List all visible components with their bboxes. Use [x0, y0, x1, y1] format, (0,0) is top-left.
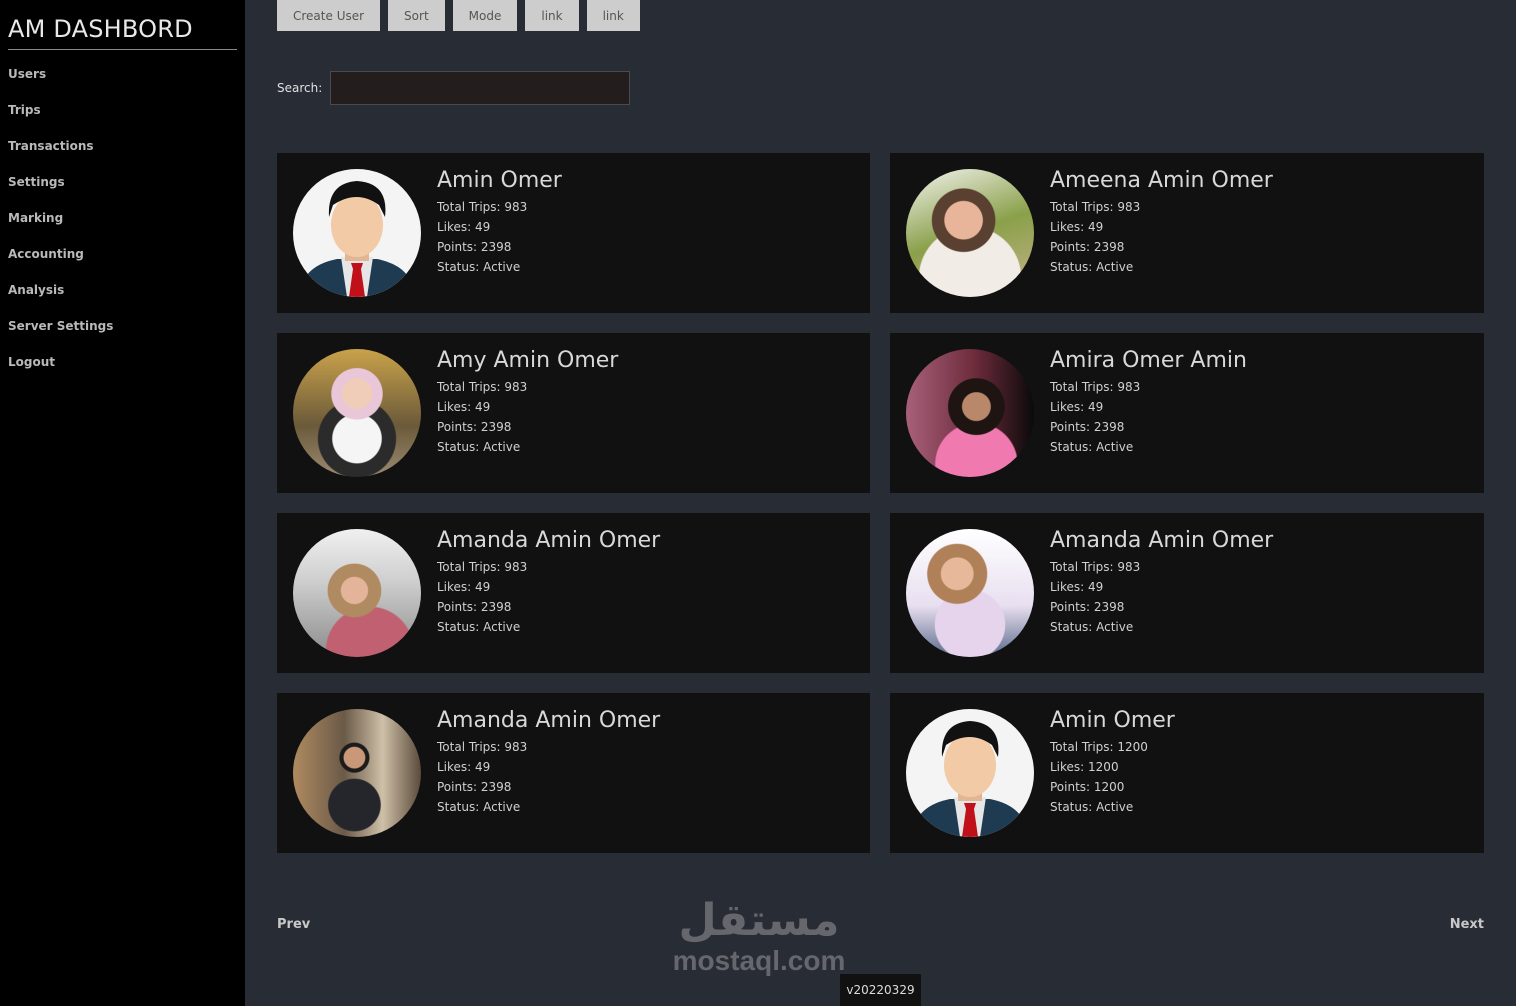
- avatar: [293, 709, 421, 837]
- user-status: Status: Active: [1050, 260, 1134, 274]
- sidebar-item-marking[interactable]: Marking: [8, 210, 113, 246]
- brand-title: AM DASHBORD: [8, 15, 237, 50]
- user-name: Amanda Amin Omer: [437, 528, 661, 553]
- user-points: Points: 2398: [1050, 240, 1125, 254]
- avatar: [906, 169, 1034, 297]
- user-name: Ameena Amin Omer: [1050, 168, 1273, 193]
- avatar: [293, 169, 421, 297]
- sidebar-item-transactions[interactable]: Transactions: [8, 138, 113, 174]
- search-input[interactable]: [330, 71, 631, 105]
- user-likes: Likes: 49: [437, 400, 491, 414]
- user-likes: Likes: 49: [1050, 580, 1104, 594]
- user-name: Amin Omer: [437, 168, 562, 193]
- sidebar-item-settings[interactable]: Settings: [8, 174, 113, 210]
- user-name: Amy Amin Omer: [437, 348, 619, 373]
- sidebar-nav: Users Trips Transactions Settings Markin…: [8, 66, 113, 390]
- sidebar-item-users[interactable]: Users: [8, 66, 113, 102]
- user-total-trips: Total Trips: 983: [1050, 560, 1141, 574]
- avatar: [293, 349, 421, 477]
- user-points: Points: 2398: [437, 240, 512, 254]
- user-likes: Likes: 1200: [1050, 760, 1119, 774]
- user-total-trips: Total Trips: 983: [437, 200, 528, 214]
- version-badge: v20220329: [840, 974, 921, 1006]
- avatar: [906, 529, 1034, 657]
- user-likes: Likes: 49: [437, 580, 491, 594]
- search-row: Search:: [277, 71, 631, 105]
- user-info: Amira Omer Amin Total Trips: 983 Likes: …: [1050, 347, 1247, 457]
- toolbar: Create User Sort Mode link link: [277, 0, 640, 31]
- user-likes: Likes: 49: [1050, 220, 1104, 234]
- user-status: Status: Active: [1050, 620, 1134, 634]
- user-card[interactable]: Ameena Amin Omer Total Trips: 983 Likes:…: [890, 153, 1484, 313]
- watermark-latin: mostaql.com: [672, 945, 846, 976]
- avatar: [906, 349, 1034, 477]
- sidebar-item-server-settings[interactable]: Server Settings: [8, 318, 113, 354]
- user-name: Amanda Amin Omer: [437, 708, 661, 733]
- sidebar-item-analysis[interactable]: Analysis: [8, 282, 113, 318]
- link-button-2[interactable]: link: [586, 0, 640, 31]
- user-points: Points: 1200: [1050, 780, 1125, 794]
- watermark-arabic: مستقل: [678, 895, 840, 946]
- user-card[interactable]: Amin Omer Total Trips: 1200 Likes: 1200 …: [890, 693, 1484, 853]
- user-info: Amy Amin Omer Total Trips: 983 Likes: 49…: [437, 347, 618, 457]
- user-total-trips: Total Trips: 1200: [1050, 740, 1148, 754]
- person-illustration-icon: [293, 169, 421, 297]
- user-status: Status: Active: [437, 800, 521, 814]
- user-info: Amanda Amin Omer Total Trips: 983 Likes:…: [1050, 527, 1273, 637]
- user-points: Points: 2398: [1050, 420, 1125, 434]
- prev-page-link[interactable]: Prev: [277, 917, 310, 932]
- user-name: Amira Omer Amin: [1050, 348, 1247, 373]
- user-status: Status: Active: [437, 620, 521, 634]
- user-total-trips: Total Trips: 983: [437, 380, 528, 394]
- user-card[interactable]: Amanda Amin Omer Total Trips: 983 Likes:…: [277, 693, 870, 853]
- user-name: Amin Omer: [1050, 708, 1175, 733]
- user-status: Status: Active: [1050, 440, 1134, 454]
- user-info: Amin Omer Total Trips: 1200 Likes: 1200 …: [1050, 707, 1175, 817]
- mode-button[interactable]: Mode: [452, 0, 518, 31]
- user-info: Amin Omer Total Trips: 983 Likes: 49 Poi…: [437, 167, 562, 277]
- user-status: Status: Active: [437, 440, 521, 454]
- user-card[interactable]: Amanda Amin Omer Total Trips: 983 Likes:…: [890, 513, 1484, 673]
- mostaql-watermark: مستقل mostaql.com: [664, 896, 854, 976]
- user-info: Amanda Amin Omer Total Trips: 983 Likes:…: [437, 707, 660, 817]
- user-status: Status: Active: [437, 260, 521, 274]
- user-points: Points: 2398: [437, 420, 512, 434]
- next-page-link[interactable]: Next: [1450, 917, 1484, 932]
- user-card[interactable]: Amanda Amin Omer Total Trips: 983 Likes:…: [277, 513, 870, 673]
- user-card-grid: Amin Omer Total Trips: 983 Likes: 49 Poi…: [277, 153, 1484, 853]
- user-likes: Likes: 49: [437, 220, 491, 234]
- user-total-trips: Total Trips: 983: [437, 560, 528, 574]
- avatar: [293, 529, 421, 657]
- user-likes: Likes: 49: [437, 760, 491, 774]
- person-illustration-icon: [906, 709, 1034, 837]
- user-points: Points: 2398: [1050, 600, 1125, 614]
- sidebar-item-accounting[interactable]: Accounting: [8, 246, 113, 282]
- search-label: Search:: [277, 81, 323, 95]
- user-card[interactable]: Amin Omer Total Trips: 983 Likes: 49 Poi…: [277, 153, 870, 313]
- avatar: [906, 709, 1034, 837]
- user-info: Amanda Amin Omer Total Trips: 983 Likes:…: [437, 527, 660, 637]
- user-total-trips: Total Trips: 983: [1050, 380, 1141, 394]
- user-card[interactable]: Amira Omer Amin Total Trips: 983 Likes: …: [890, 333, 1484, 493]
- user-likes: Likes: 49: [1050, 400, 1104, 414]
- user-total-trips: Total Trips: 983: [1050, 200, 1141, 214]
- link-button-1[interactable]: link: [525, 0, 579, 31]
- sort-button[interactable]: Sort: [388, 0, 445, 31]
- user-card[interactable]: Amy Amin Omer Total Trips: 983 Likes: 49…: [277, 333, 870, 493]
- user-total-trips: Total Trips: 983: [437, 740, 528, 754]
- sidebar-item-logout[interactable]: Logout: [8, 354, 113, 390]
- user-name: Amanda Amin Omer: [1050, 528, 1274, 553]
- sidebar: AM DASHBORD Users Trips Transactions Set…: [0, 0, 245, 1006]
- user-points: Points: 2398: [437, 780, 512, 794]
- sidebar-item-trips[interactable]: Trips: [8, 102, 113, 138]
- user-points: Points: 2398: [437, 600, 512, 614]
- create-user-button[interactable]: Create User: [277, 0, 381, 31]
- user-status: Status: Active: [1050, 800, 1134, 814]
- user-info: Ameena Amin Omer Total Trips: 983 Likes:…: [1050, 167, 1273, 277]
